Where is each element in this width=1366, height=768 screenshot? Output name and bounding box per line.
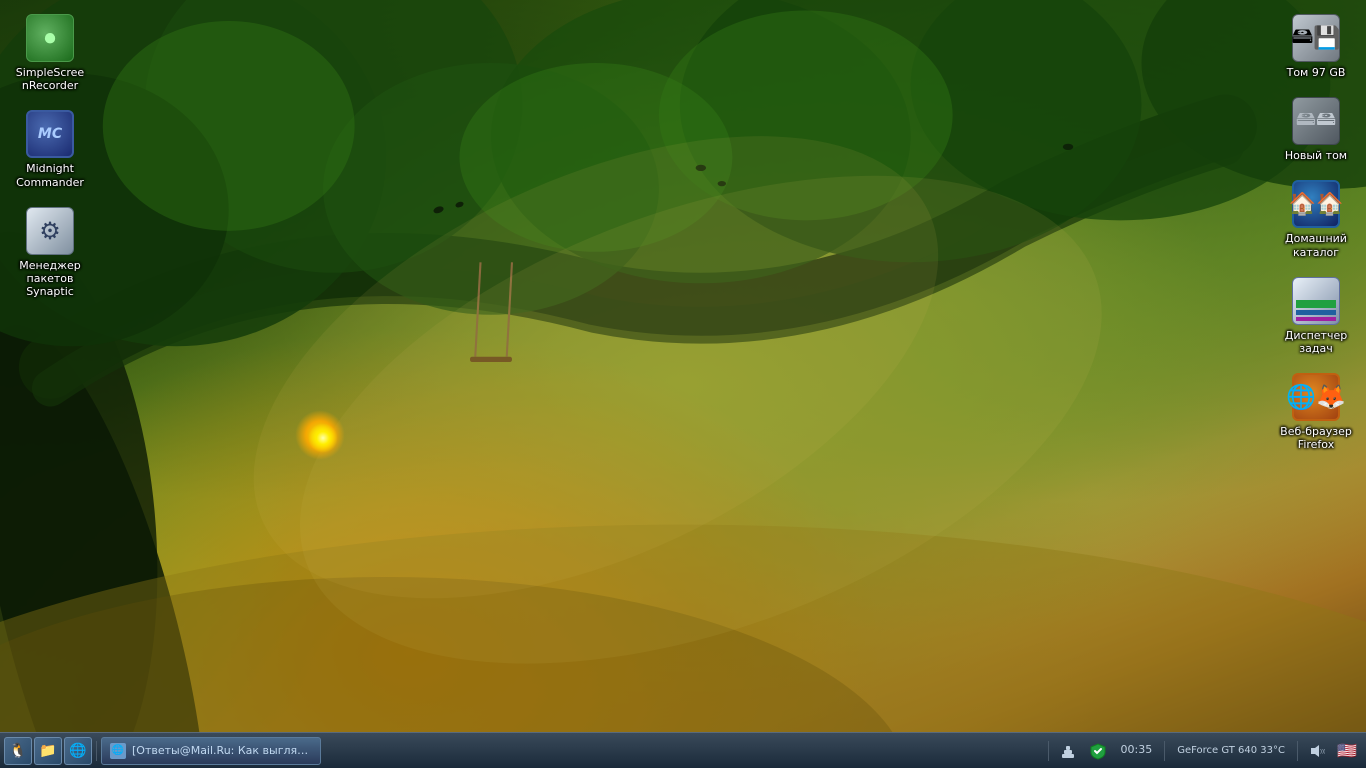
- wallpaper: [0, 0, 1366, 768]
- newvol-label: Новый том: [1285, 149, 1347, 162]
- taskbar-start-area: 🐧 📁 🌐: [0, 733, 96, 768]
- flag-display: 🇺🇸: [1337, 741, 1357, 760]
- browser-icon: 🌐: [69, 743, 86, 759]
- taskman-icon: [1292, 277, 1340, 325]
- taskbar-app-firefox[interactable]: 🌐 [Ответы@Mail.Ru: Как выгляди...: [101, 737, 321, 765]
- desktop-icon-mc[interactable]: MC Midnight Commander: [10, 106, 90, 192]
- synaptic-label: Менеджер пакетов Synaptic: [14, 259, 86, 299]
- synaptic-icon: [26, 207, 74, 255]
- app-firefox-icon: 🌐: [110, 743, 126, 759]
- tray-gpu-display: GeForce GT 640 33°C: [1177, 745, 1285, 756]
- start-icon: 🐧: [9, 743, 26, 759]
- tray-volume-icon[interactable]: )))): [1306, 740, 1328, 762]
- volume-icon: )))): [1309, 743, 1325, 759]
- desktop-icon-taskman[interactable]: Диспетчер задач: [1276, 273, 1356, 359]
- firefox-icon-glyph: 🌐: [1286, 383, 1316, 411]
- taskman-inner: [1293, 278, 1339, 324]
- taskman-bar-purple: [1296, 317, 1336, 321]
- desktop-icon-synaptic[interactable]: Менеджер пакетов Synaptic: [10, 203, 90, 303]
- home-icon-glyph: 🏠: [1289, 192, 1316, 217]
- desktop-icon-volume97[interactable]: 🖴 Том 97 GB: [1276, 10, 1356, 83]
- tray-gpu[interactable]: GeForce GT 640 33°C: [1173, 740, 1289, 762]
- desktop-icon-screenrecorder[interactable]: SimpleScreenRecorder: [10, 10, 90, 96]
- shield-icon: [1089, 742, 1107, 760]
- taskbar-browser-button[interactable]: 🌐: [64, 737, 92, 765]
- firefox-label: Веб-браузер Firefox: [1280, 425, 1352, 451]
- taskbar-open-apps: 🌐 [Ответы@Mail.Ru: Как выгляди...: [97, 733, 1040, 768]
- separator-time: [1164, 741, 1165, 761]
- tray-flag-icon[interactable]: 🇺🇸: [1336, 740, 1358, 762]
- tray-network-icon[interactable]: [1057, 740, 1079, 762]
- desktop-icons-right: 🖴 Том 97 GB 🖴 Новый том 🏠 Домашний катал…: [1276, 10, 1356, 456]
- desktop-icon-firefox[interactable]: 🌐 Веб-браузер Firefox: [1276, 369, 1356, 455]
- volume97-label: Том 97 GB: [1287, 66, 1346, 79]
- home-label: Домашний каталог: [1280, 232, 1352, 258]
- desktop: SimpleScreenRecorder MC Midnight Command…: [0, 0, 1366, 768]
- svg-text:)))): )))): [1320, 749, 1325, 755]
- taskman-bar-blue: [1296, 310, 1336, 315]
- taskbar-files-button[interactable]: 📁: [34, 737, 62, 765]
- tray-security-icon[interactable]: [1087, 740, 1109, 762]
- desktop-icon-newvol[interactable]: 🖴 Новый том: [1276, 93, 1356, 166]
- screenrecorder-icon: [26, 14, 74, 62]
- tray-time-display: 00:35: [1121, 743, 1153, 757]
- separator-tray: [1048, 741, 1049, 761]
- desktop-icon-home[interactable]: 🏠 Домашний каталог: [1276, 176, 1356, 262]
- taskbar-start-button[interactable]: 🐧: [4, 737, 32, 765]
- mc-icon-inner: MC: [28, 112, 72, 156]
- newvol-icon-glyph: 🖴: [1296, 104, 1316, 138]
- desktop-icons-left: SimpleScreenRecorder MC Midnight Command…: [10, 10, 90, 302]
- taskbar: 🐧 📁 🌐 🌐 [Ответы@Mail.Ru: Как выгляди...: [0, 732, 1366, 768]
- mc-icon-text: MC: [38, 126, 62, 142]
- network-icon: [1059, 742, 1077, 760]
- files-icon: 📁: [39, 743, 56, 759]
- taskman-bar-green: [1296, 300, 1336, 308]
- separator-gpu: [1297, 741, 1298, 761]
- newvol-icon: 🖴: [1292, 97, 1340, 145]
- mc-icon: MC: [26, 110, 74, 158]
- home-icon: 🏠: [1292, 180, 1340, 228]
- firefox-icon: 🌐: [1292, 373, 1340, 421]
- taskbar-tray: 00:35 GeForce GT 640 33°C )))) 🇺🇸: [1040, 733, 1366, 768]
- drive-icon-glyph: 🖴: [1291, 19, 1313, 57]
- taskman-label: Диспетчер задач: [1280, 329, 1352, 355]
- drive-icon: 🖴: [1292, 14, 1340, 62]
- app-firefox-label: [Ответы@Mail.Ru: Как выгляди...: [132, 744, 312, 757]
- tray-time[interactable]: 00:35: [1117, 740, 1157, 762]
- mc-label: Midnight Commander: [14, 162, 86, 188]
- screenrecorder-label: SimpleScreenRecorder: [14, 66, 86, 92]
